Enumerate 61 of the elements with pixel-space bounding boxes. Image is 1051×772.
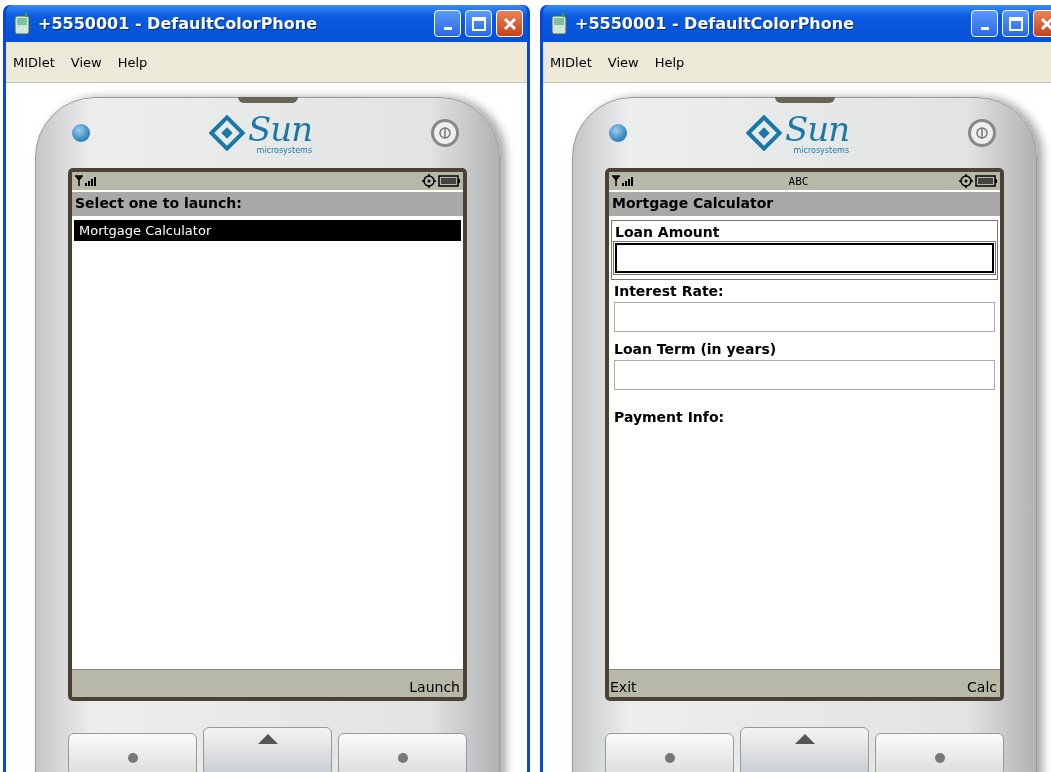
soft-key-button[interactable] bbox=[338, 733, 467, 772]
led-light bbox=[72, 124, 90, 142]
menu-item[interactable]: MIDlet bbox=[12, 54, 56, 70]
battery-icon bbox=[437, 175, 461, 187]
gear-icon bbox=[958, 174, 974, 188]
maximize-button[interactable] bbox=[1002, 10, 1029, 37]
menu-item[interactable]: View bbox=[606, 54, 640, 70]
field-label: Loan Term (in years) bbox=[614, 341, 778, 357]
maximize-icon bbox=[471, 16, 486, 31]
input-field[interactable] bbox=[615, 243, 994, 273]
phone-icon bbox=[14, 12, 30, 35]
field-label: Interest Rate: bbox=[614, 283, 725, 299]
battery-icon bbox=[974, 175, 998, 187]
dot-icon bbox=[934, 753, 945, 763]
earpiece bbox=[774, 97, 835, 103]
screen-title: Select one to launch: bbox=[72, 192, 463, 218]
input-mode: ABC bbox=[787, 174, 810, 188]
list-item[interactable]: Mortgage Calculator bbox=[74, 220, 461, 241]
menu-item[interactable]: Help bbox=[116, 54, 149, 70]
minimize-icon bbox=[443, 27, 452, 30]
soft-key[interactable]: Calc bbox=[967, 679, 997, 695]
power-button[interactable] bbox=[431, 119, 459, 147]
up-arrow-icon bbox=[257, 734, 278, 744]
power-icon bbox=[439, 127, 451, 139]
maximize-icon bbox=[1008, 16, 1023, 31]
diamond-logo-icon bbox=[745, 115, 782, 151]
window-title: +5550001 - DefaultColorPhone bbox=[38, 14, 318, 33]
gear-icon bbox=[421, 174, 437, 188]
power-button[interactable] bbox=[968, 119, 996, 147]
screen-title: Mortgage Calculator bbox=[609, 192, 1000, 218]
minimize-button[interactable] bbox=[434, 10, 461, 37]
window-title: +5550001 - DefaultColorPhone bbox=[575, 14, 855, 33]
soft-key-button[interactable] bbox=[68, 733, 197, 772]
navigation-key[interactable] bbox=[203, 727, 332, 772]
navigation-key[interactable] bbox=[740, 727, 869, 772]
field-label: Loan Amount bbox=[615, 224, 721, 240]
soft-key-button[interactable] bbox=[605, 733, 734, 772]
form-label: Payment Info: bbox=[614, 409, 726, 425]
close-icon bbox=[502, 16, 517, 31]
input-field[interactable] bbox=[614, 360, 995, 390]
menu-item[interactable]: Help bbox=[653, 54, 686, 70]
diamond-logo-icon bbox=[208, 115, 245, 151]
menu-item[interactable]: View bbox=[69, 54, 103, 70]
phone-icon bbox=[551, 12, 567, 35]
menu-item[interactable]: MIDlet bbox=[549, 54, 593, 70]
earpiece bbox=[237, 97, 298, 103]
led-light bbox=[609, 124, 627, 142]
dot-icon bbox=[127, 753, 138, 763]
maximize-button[interactable] bbox=[465, 10, 492, 37]
minimize-icon bbox=[980, 27, 989, 30]
soft-key-button[interactable] bbox=[875, 733, 1004, 772]
soft-key[interactable]: Exit bbox=[610, 679, 637, 695]
dot-icon bbox=[664, 753, 675, 763]
minimize-button[interactable] bbox=[971, 10, 998, 37]
soft-key[interactable]: Launch bbox=[409, 679, 460, 695]
power-icon bbox=[976, 127, 988, 139]
up-arrow-icon bbox=[794, 734, 815, 744]
input-field[interactable] bbox=[614, 302, 995, 332]
close-icon bbox=[1039, 16, 1051, 31]
dot-icon bbox=[397, 753, 408, 763]
close-button[interactable] bbox=[496, 10, 523, 37]
